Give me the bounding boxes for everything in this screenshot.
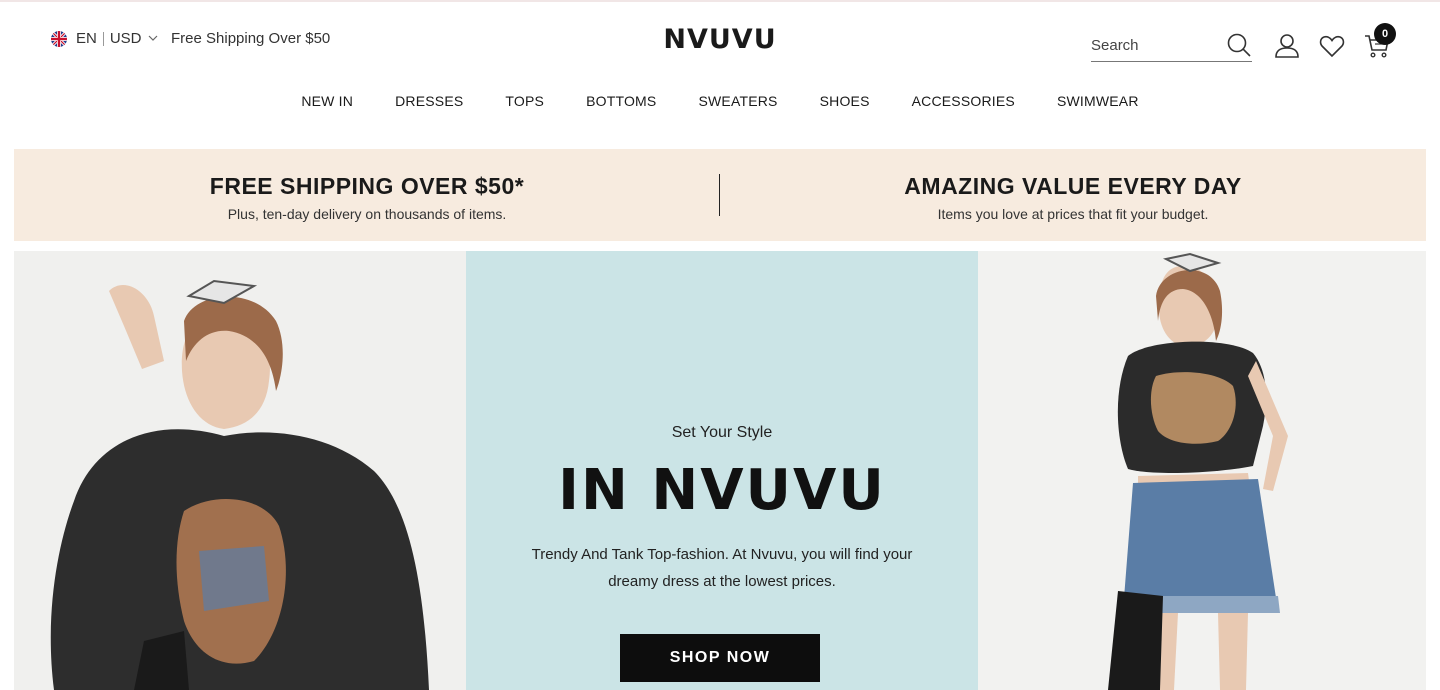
hero-content-panel: Set Your Style IN NVUVU Trendy And Tank … bbox=[466, 251, 978, 690]
nav-item-sweaters[interactable]: SWEATERS bbox=[698, 93, 777, 109]
hero-description-line: dreamy dress at the lowest prices. bbox=[608, 573, 836, 590]
nav-item-shoes[interactable]: SHOES bbox=[820, 93, 870, 109]
logo-text[interactable]: NVUVU bbox=[663, 24, 776, 55]
search-input[interactable] bbox=[1091, 34, 1221, 56]
main-navigation: NEW IN DRESSES TOPS BOTTOMS SWEATERS SHO… bbox=[0, 93, 1440, 109]
nav-item-tops[interactable]: TOPS bbox=[505, 93, 544, 109]
nav-item-swimwear[interactable]: SWIMWEAR bbox=[1057, 93, 1139, 109]
promo-title: FREE SHIPPING OVER $50* bbox=[209, 173, 525, 199]
nav-item-accessories[interactable]: ACCESSORIES bbox=[912, 93, 1015, 109]
site-header: EN USD Free Shipping Over $50 NVUVU 0 bbox=[0, 2, 1440, 76]
nav-item-dresses[interactable]: DRESSES bbox=[395, 93, 463, 109]
hero-description-line: Trendy And Tank Top-fashion. At Nvuvu, y… bbox=[531, 546, 913, 563]
promo-free-shipping: FREE SHIPPING OVER $50* Plus, ten-day de… bbox=[14, 173, 720, 222]
hero-kicker: Set Your Style bbox=[671, 424, 773, 441]
hero-description: Trendy And Tank Top-fashion. At Nvuvu, y… bbox=[522, 541, 922, 595]
user-icon[interactable] bbox=[1273, 32, 1301, 60]
promo-title: AMAZING VALUE EVERY DAY bbox=[904, 173, 1242, 199]
promo-banner: FREE SHIPPING OVER $50* Plus, ten-day de… bbox=[14, 149, 1426, 241]
promo-subtitle: Plus, ten-day delivery on thousands of i… bbox=[227, 206, 507, 222]
hero-banner: Set Your Style IN NVUVU Trendy And Tank … bbox=[14, 251, 1426, 690]
search-icon[interactable] bbox=[1226, 32, 1252, 58]
hero-model-photo-left[interactable] bbox=[14, 251, 466, 690]
search-bar bbox=[1091, 28, 1252, 62]
nav-item-new-in[interactable]: NEW IN bbox=[301, 93, 353, 109]
nav-item-bottoms[interactable]: BOTTOMS bbox=[586, 93, 656, 109]
shop-now-button[interactable]: SHOP NOW bbox=[620, 634, 820, 682]
cart-count-badge: 0 bbox=[1374, 23, 1396, 45]
hero-model-photo-right[interactable] bbox=[978, 251, 1426, 690]
hero-title: IN NVUVU bbox=[558, 458, 886, 523]
heart-icon[interactable] bbox=[1318, 32, 1346, 60]
promo-amazing-value: AMAZING VALUE EVERY DAY Items you love a… bbox=[720, 173, 1426, 222]
promo-subtitle: Items you love at prices that fit your b… bbox=[937, 206, 1209, 222]
